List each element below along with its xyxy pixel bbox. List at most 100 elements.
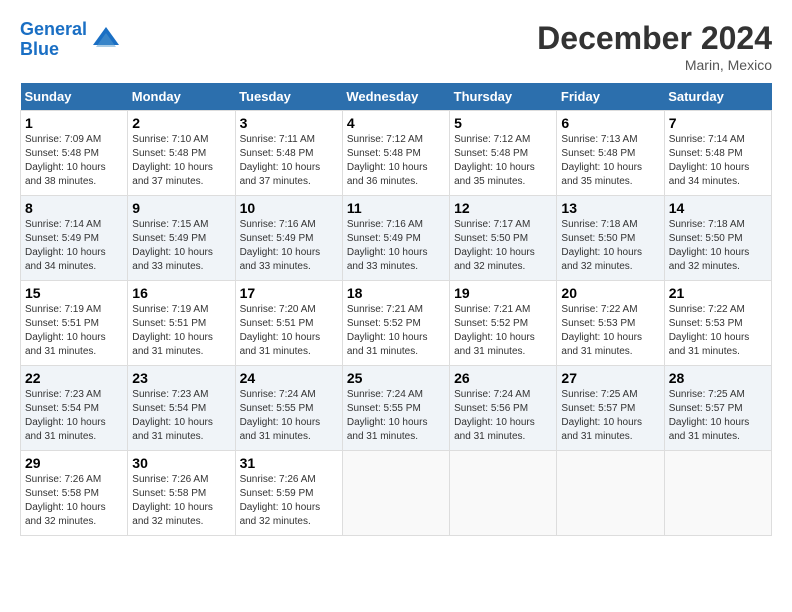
day-number: 27 [561, 370, 659, 386]
main-title: December 2024 [537, 20, 772, 57]
page-header: General Blue December 2024 Marin, Mexico [20, 20, 772, 73]
calendar-cell: 6Sunrise: 7:13 AMSunset: 5:48 PMDaylight… [557, 111, 664, 196]
day-number: 13 [561, 200, 659, 216]
calendar-cell: 25Sunrise: 7:24 AMSunset: 5:55 PMDayligh… [342, 366, 449, 451]
calendar-cell: 27Sunrise: 7:25 AMSunset: 5:57 PMDayligh… [557, 366, 664, 451]
calendar-row: 29 Sunrise: 7:26 AMSunset: 5:58 PMDayligh… [21, 451, 772, 536]
day-info: Sunrise: 7:16 AMSunset: 5:49 PMDaylight:… [347, 219, 428, 272]
day-number: 15 [25, 285, 123, 301]
day-number: 29 [25, 455, 123, 471]
day-info: Sunrise: 7:22 AMSunset: 5:53 PMDaylight:… [561, 304, 642, 357]
calendar-cell: 26 Sunrise: 7:24 AMSunset: 5:56 PMDayligh… [450, 366, 557, 451]
calendar-cell: 10 Sunrise: 7:16 AMSunset: 5:49 PMDayligh… [235, 196, 342, 281]
day-info: Sunrise: 7:14 AMSunset: 5:49 PMDaylight:… [25, 219, 106, 272]
day-info: Sunrise: 7:26 AMSunset: 5:59 PMDaylight:… [240, 474, 321, 527]
day-number: 18 [347, 285, 445, 301]
calendar-cell: 29 Sunrise: 7:26 AMSunset: 5:58 PMDayligh… [21, 451, 128, 536]
calendar-cell: 20 Sunrise: 7:22 AMSunset: 5:53 PMDayligh… [557, 281, 664, 366]
calendar-cell: 18 Sunrise: 7:21 AMSunset: 5:52 PMDayligh… [342, 281, 449, 366]
logo-text: General Blue [20, 20, 87, 60]
day-number: 28 [669, 370, 767, 386]
day-info: Sunrise: 7:19 AMSunset: 5:51 PMDaylight:… [132, 304, 213, 357]
day-info: Sunrise: 7:14 AMSunset: 5:48 PMDaylight:… [669, 134, 750, 187]
logo-general: General [20, 19, 87, 39]
calendar-cell: 31 Sunrise: 7:26 AMSunset: 5:59 PMDayligh… [235, 451, 342, 536]
calendar-cell: 28 Sunrise: 7:25 AMSunset: 5:57 PMDayligh… [664, 366, 771, 451]
day-number: 3 [240, 115, 338, 131]
day-info: Sunrise: 7:16 AMSunset: 5:49 PMDaylight:… [240, 219, 321, 272]
day-info: Sunrise: 7:19 AMSunset: 5:51 PMDaylight:… [25, 304, 106, 357]
calendar-cell: 11 Sunrise: 7:16 AMSunset: 5:49 PMDayligh… [342, 196, 449, 281]
logo: General Blue [20, 20, 121, 60]
calendar-cell: 8Sunrise: 7:14 AMSunset: 5:49 PMDaylight… [21, 196, 128, 281]
day-info: Sunrise: 7:12 AMSunset: 5:48 PMDaylight:… [454, 134, 535, 187]
header-monday: Monday [128, 83, 235, 111]
day-info: Sunrise: 7:23 AMSunset: 5:54 PMDaylight:… [132, 389, 213, 442]
day-info: Sunrise: 7:26 AMSunset: 5:58 PMDaylight:… [25, 474, 106, 527]
header-saturday: Saturday [664, 83, 771, 111]
day-number: 5 [454, 115, 552, 131]
day-info: Sunrise: 7:26 AMSunset: 5:58 PMDaylight:… [132, 474, 213, 527]
day-info: Sunrise: 7:12 AMSunset: 5:48 PMDaylight:… [347, 134, 428, 187]
day-number: 26 [454, 370, 552, 386]
calendar-cell [557, 451, 664, 536]
logo-icon [91, 25, 121, 55]
day-info: Sunrise: 7:18 AMSunset: 5:50 PMDaylight:… [669, 219, 750, 272]
header-tuesday: Tuesday [235, 83, 342, 111]
day-number: 16 [132, 285, 230, 301]
day-number: 19 [454, 285, 552, 301]
header-thursday: Thursday [450, 83, 557, 111]
calendar-cell: 12Sunrise: 7:17 AMSunset: 5:50 PMDayligh… [450, 196, 557, 281]
day-number: 31 [240, 455, 338, 471]
day-number: 2 [132, 115, 230, 131]
calendar-row: 1 Sunrise: 7:09 AMSunset: 5:48 PMDaylight… [21, 111, 772, 196]
title-area: December 2024 Marin, Mexico [537, 20, 772, 73]
calendar-cell [664, 451, 771, 536]
day-number: 20 [561, 285, 659, 301]
day-info: Sunrise: 7:25 AMSunset: 5:57 PMDaylight:… [669, 389, 750, 442]
day-info: Sunrise: 7:10 AMSunset: 5:48 PMDaylight:… [132, 134, 213, 187]
calendar-cell: 2 Sunrise: 7:10 AMSunset: 5:48 PMDaylight… [128, 111, 235, 196]
day-info: Sunrise: 7:09 AMSunset: 5:48 PMDaylight:… [25, 134, 106, 187]
calendar-cell [342, 451, 449, 536]
day-number: 11 [347, 200, 445, 216]
logo-blue: Blue [20, 39, 59, 59]
day-info: Sunrise: 7:24 AMSunset: 5:55 PMDaylight:… [240, 389, 321, 442]
day-number: 9 [132, 200, 230, 216]
day-info: Sunrise: 7:23 AMSunset: 5:54 PMDaylight:… [25, 389, 106, 442]
calendar-cell: 7 Sunrise: 7:14 AMSunset: 5:48 PMDaylight… [664, 111, 771, 196]
calendar-row: 8Sunrise: 7:14 AMSunset: 5:49 PMDaylight… [21, 196, 772, 281]
day-number: 17 [240, 285, 338, 301]
day-number: 24 [240, 370, 338, 386]
day-info: Sunrise: 7:22 AMSunset: 5:53 PMDaylight:… [669, 304, 750, 357]
day-number: 10 [240, 200, 338, 216]
day-info: Sunrise: 7:21 AMSunset: 5:52 PMDaylight:… [347, 304, 428, 357]
day-info: Sunrise: 7:18 AMSunset: 5:50 PMDaylight:… [561, 219, 642, 272]
calendar-cell: 3Sunrise: 7:11 AMSunset: 5:48 PMDaylight… [235, 111, 342, 196]
calendar-table: SundayMondayTuesdayWednesdayThursdayFrid… [20, 83, 772, 536]
calendar-cell: 4 Sunrise: 7:12 AMSunset: 5:48 PMDaylight… [342, 111, 449, 196]
day-number: 6 [561, 115, 659, 131]
day-number: 7 [669, 115, 767, 131]
day-info: Sunrise: 7:21 AMSunset: 5:52 PMDaylight:… [454, 304, 535, 357]
header-wednesday: Wednesday [342, 83, 449, 111]
calendar-cell: 13 Sunrise: 7:18 AMSunset: 5:50 PMDayligh… [557, 196, 664, 281]
day-number: 21 [669, 285, 767, 301]
day-number: 30 [132, 455, 230, 471]
day-number: 4 [347, 115, 445, 131]
day-number: 23 [132, 370, 230, 386]
calendar-cell: 23 Sunrise: 7:23 AMSunset: 5:54 PMDayligh… [128, 366, 235, 451]
calendar-row: 22Sunrise: 7:23 AMSunset: 5:54 PMDayligh… [21, 366, 772, 451]
day-number: 1 [25, 115, 123, 131]
day-info: Sunrise: 7:20 AMSunset: 5:51 PMDaylight:… [240, 304, 321, 357]
calendar-cell: 16 Sunrise: 7:19 AMSunset: 5:51 PMDayligh… [128, 281, 235, 366]
day-number: 14 [669, 200, 767, 216]
header-friday: Friday [557, 83, 664, 111]
header-sunday: Sunday [21, 83, 128, 111]
calendar-cell: 5 Sunrise: 7:12 AMSunset: 5:48 PMDaylight… [450, 111, 557, 196]
day-info: Sunrise: 7:24 AMSunset: 5:56 PMDaylight:… [454, 389, 535, 442]
calendar-cell: 9 Sunrise: 7:15 AMSunset: 5:49 PMDaylight… [128, 196, 235, 281]
calendar-cell: 21 Sunrise: 7:22 AMSunset: 5:53 PMDayligh… [664, 281, 771, 366]
calendar-cell: 15 Sunrise: 7:19 AMSunset: 5:51 PMDayligh… [21, 281, 128, 366]
day-info: Sunrise: 7:15 AMSunset: 5:49 PMDaylight:… [132, 219, 213, 272]
